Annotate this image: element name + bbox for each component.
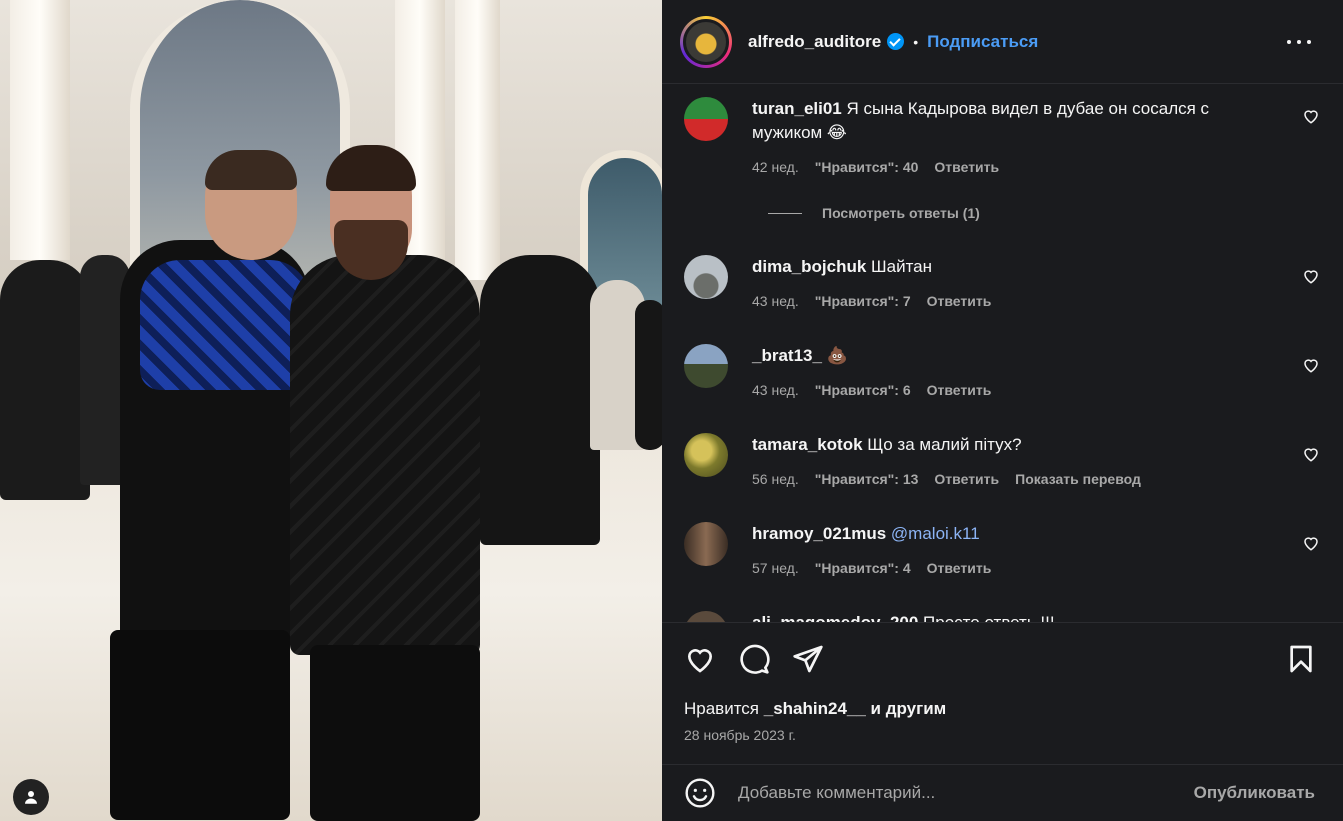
comment-likes[interactable]: "Нравится": 40 <box>815 159 919 175</box>
comment-age[interactable]: 43 нед. <box>752 382 799 398</box>
follow-button[interactable]: Подписаться <box>927 32 1038 52</box>
photo-background-person <box>480 255 600 545</box>
comment-text: 💩 <box>826 346 848 365</box>
comment-age[interactable]: 43 нед. <box>752 293 799 309</box>
photo-person-left <box>110 150 310 820</box>
verified-badge-icon <box>887 33 905 50</box>
comment-username[interactable]: ali_magomedov_200 <box>752 613 918 622</box>
post-header: alfredo_auditore • Подписаться <box>662 0 1343 84</box>
comment-username[interactable]: _brat13_ <box>752 346 822 365</box>
likes-summary[interactable]: Нравится _shahin24__ и другим <box>684 699 946 719</box>
share-icon[interactable] <box>792 643 824 675</box>
person-hoodie <box>140 260 310 390</box>
person-hair <box>326 145 416 191</box>
commenter-avatar[interactable] <box>684 611 728 622</box>
post-actions: Нравится _shahin24__ и другим 28 ноябрь … <box>662 622 1343 782</box>
replies-divider <box>768 212 802 214</box>
publish-button[interactable]: Опубликовать <box>1194 783 1315 803</box>
person-legs <box>310 645 480 821</box>
instagram-post-modal: alfredo_auditore • Подписаться turan_eli… <box>0 0 1343 821</box>
comment-age[interactable]: 42 нед. <box>752 159 799 175</box>
comment-age[interactable]: 56 нед. <box>752 471 799 487</box>
heart-icon[interactable] <box>1302 267 1320 285</box>
commenter-avatar[interactable] <box>684 522 728 566</box>
comment-username[interactable]: dima_bojchuk <box>752 257 866 276</box>
author-avatar[interactable] <box>680 15 732 68</box>
heart-icon[interactable] <box>1302 107 1320 125</box>
person-torso <box>290 255 480 655</box>
emoji-icon[interactable] <box>684 777 716 809</box>
reply-button[interactable]: Ответить <box>927 560 992 576</box>
photo-column <box>10 0 70 260</box>
comment-likes[interactable]: "Нравится": 13 <box>815 471 919 487</box>
comment-likes[interactable]: "Нравится": 7 <box>815 293 911 309</box>
likes-username[interactable]: _shahin24__ <box>764 699 866 718</box>
commenter-avatar[interactable] <box>684 255 728 299</box>
comment-username[interactable]: tamara_kotok <box>752 435 863 454</box>
heart-icon[interactable] <box>1302 534 1320 552</box>
comment-age[interactable]: 57 нед. <box>752 560 799 576</box>
post-side-panel: alfredo_auditore • Подписаться turan_eli… <box>662 0 1343 821</box>
reply-button[interactable]: Ответить <box>927 293 992 309</box>
comment-composer: Опубликовать <box>662 764 1343 821</box>
comment-mention-link[interactable]: @maloi.k11 <box>891 524 980 543</box>
comment-text: Просто ответь !!! <box>923 613 1055 622</box>
comment-icon[interactable] <box>738 643 770 675</box>
photo-person-right <box>290 145 490 821</box>
comment-text: Що за малий пітух? <box>867 435 1022 454</box>
more-options-icon[interactable] <box>1287 30 1311 54</box>
post-photo <box>0 0 662 821</box>
heart-icon[interactable] <box>684 643 716 675</box>
bookmark-icon[interactable] <box>1285 643 1317 675</box>
likes-prefix: Нравится <box>684 699 760 718</box>
comment-text: Шайтан <box>871 257 933 276</box>
comment-likes[interactable]: "Нравится": 4 <box>815 560 911 576</box>
photo-background-person <box>635 300 662 450</box>
tagged-users-button[interactable] <box>13 779 49 815</box>
person-hair <box>205 150 297 190</box>
view-replies-label: Посмотреть ответы (1) <box>822 205 980 221</box>
reply-button[interactable]: Ответить <box>934 471 999 487</box>
heart-icon[interactable] <box>1302 445 1320 463</box>
post-date[interactable]: 28 ноябрь 2023 г. <box>684 727 796 743</box>
show-translation-button[interactable]: Показать перевод <box>1015 471 1141 487</box>
comment-username[interactable]: hramoy_021mus <box>752 524 886 543</box>
commenter-avatar[interactable] <box>684 433 728 477</box>
user-avatar-icon <box>25 791 37 804</box>
comment-username[interactable]: turan_eli01 <box>752 99 842 118</box>
reply-button[interactable]: Ответить <box>934 159 999 175</box>
author-username[interactable]: alfredo_auditore <box>748 32 881 52</box>
reply-button[interactable]: Ответить <box>927 382 992 398</box>
comments-list[interactable]: turan_eli01 Я сына Кадырова видел в дуба… <box>662 85 1343 622</box>
likes-suffix[interactable]: и другим <box>871 699 947 718</box>
comment-likes[interactable]: "Нравится": 6 <box>815 382 911 398</box>
heart-icon[interactable] <box>1302 356 1320 374</box>
commenter-avatar[interactable] <box>684 97 728 141</box>
person-legs <box>110 630 290 820</box>
commenter-avatar[interactable] <box>684 344 728 388</box>
separator-dot: • <box>913 33 919 50</box>
photo-background-person <box>0 260 90 500</box>
view-replies-button[interactable]: Посмотреть ответы (1) <box>768 205 980 221</box>
comment-input[interactable] <box>738 783 1194 803</box>
